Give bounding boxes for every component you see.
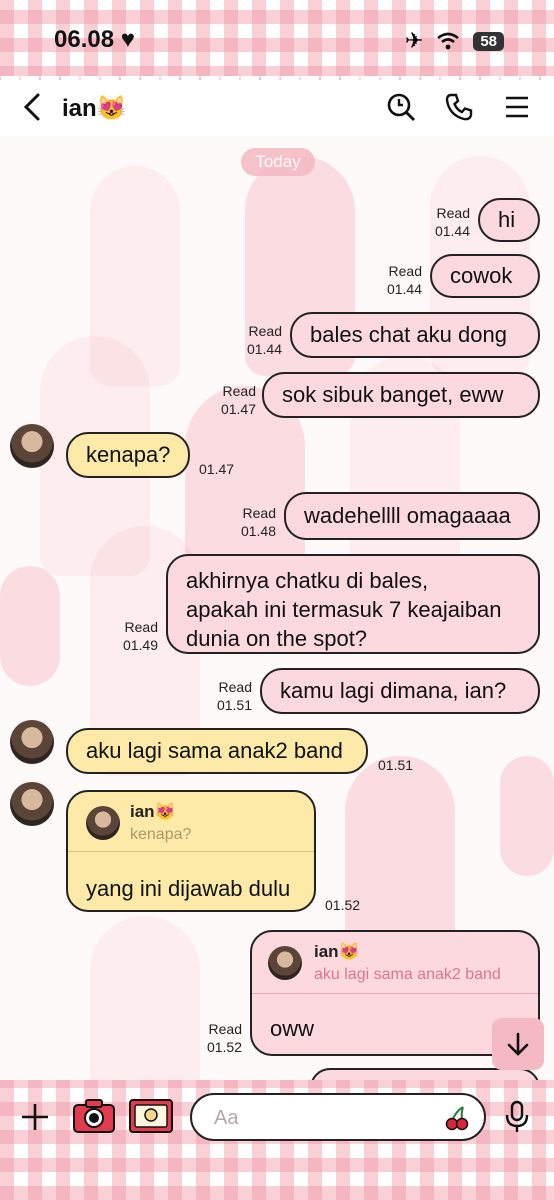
read-status: Read 01.47 xyxy=(220,383,256,417)
message-bubble-incoming[interactable]: aku lagi sama anak2 band xyxy=(66,728,368,774)
input-bar: Aa xyxy=(0,1080,554,1200)
reply-avatar xyxy=(268,946,302,980)
reply-avatar xyxy=(86,806,120,840)
message-bubble-outgoing[interactable]: sok sibuk banget, eww xyxy=(262,372,540,418)
reply-quote[interactable]: ian😻 kenapa? xyxy=(68,792,314,852)
mic-icon[interactable] xyxy=(504,1100,530,1134)
battery-level: 58 xyxy=(480,32,497,50)
avatar[interactable] xyxy=(10,782,54,826)
input-placeholder: Aa xyxy=(214,1107,239,1129)
read-status: Read 01.44 xyxy=(386,263,422,297)
message-bubble-outgoing[interactable]: bales chat aku dong xyxy=(290,312,540,358)
search-icon[interactable] xyxy=(386,92,416,122)
read-status: Read 01.44 xyxy=(246,323,282,357)
status-icons: ✈ 58 xyxy=(405,28,504,54)
message-time: 01.47 xyxy=(199,461,235,477)
message-bubble-outgoing[interactable]: hi xyxy=(478,198,540,242)
reply-name: ian😻 xyxy=(130,802,176,821)
read-status: Read 01.44 xyxy=(434,205,470,239)
read-status: Read 01.48 xyxy=(240,505,276,539)
scroll-to-bottom-button[interactable] xyxy=(492,1018,544,1070)
gallery-icon[interactable] xyxy=(128,1098,174,1134)
read-status: Read 01.51 xyxy=(216,679,252,713)
airplane-icon: ✈ xyxy=(404,28,424,53)
message-bubble-outgoing[interactable]: wadehellll omagaaaa xyxy=(284,492,540,540)
reply-quote[interactable]: ian😻 aku lagi sama anak2 band xyxy=(252,932,538,994)
avatar[interactable] xyxy=(10,720,54,764)
chat-area[interactable]: Today Read 01.44 hi Read 01.44 cowok Read 0… xyxy=(0,136,554,1080)
phone-icon[interactable] xyxy=(444,92,474,122)
heart-icon: ♥ xyxy=(114,26,135,53)
chat-header: ian😻 xyxy=(0,80,554,136)
wifi-icon xyxy=(437,32,460,50)
message-bubble-incoming[interactable]: kenapa? xyxy=(66,432,190,478)
message-bubble-outgoing[interactable]: kamu lagi dimana, ian? xyxy=(260,668,540,714)
battery-icon: 58 xyxy=(473,31,504,51)
message-time: 01.51 xyxy=(378,757,414,773)
back-icon[interactable] xyxy=(18,92,48,122)
date-separator: Today xyxy=(241,148,315,176)
camera-icon[interactable] xyxy=(72,1098,116,1134)
message-bubble-outgoing[interactable]: akhirnya chatku di bales, apakah ini ter… xyxy=(166,554,540,654)
cherry-icon[interactable] xyxy=(444,1105,470,1131)
avatar[interactable] xyxy=(10,424,54,468)
read-status: Read 01.52 xyxy=(206,1021,242,1055)
message-bubble-incoming-reply[interactable]: ian😻 kenapa? yang ini dijawab dulu xyxy=(66,790,316,912)
message-text: yang ini dijawab dulu xyxy=(86,876,291,901)
message-input[interactable]: Aa xyxy=(190,1093,486,1141)
message-text: oww xyxy=(270,1016,315,1041)
arrow-down-icon xyxy=(507,1032,529,1056)
message-time: 01.52 xyxy=(325,897,361,913)
read-status: Read 01.49 xyxy=(122,619,158,653)
plus-icon[interactable] xyxy=(20,1102,50,1132)
reply-quote-text: kenapa? xyxy=(130,826,192,843)
status-bar: 06.08 ♥ ✈ 58 xyxy=(0,0,554,90)
reply-quote-text: aku lagi sama anak2 band xyxy=(314,966,501,983)
chat-title: ian😻 xyxy=(62,95,127,122)
reply-name: ian😻 xyxy=(314,942,360,961)
status-time: 06.08 ♥ xyxy=(54,26,135,53)
menu-icon[interactable] xyxy=(502,92,532,122)
message-bubble-outgoing[interactable]: cowok xyxy=(430,254,540,298)
